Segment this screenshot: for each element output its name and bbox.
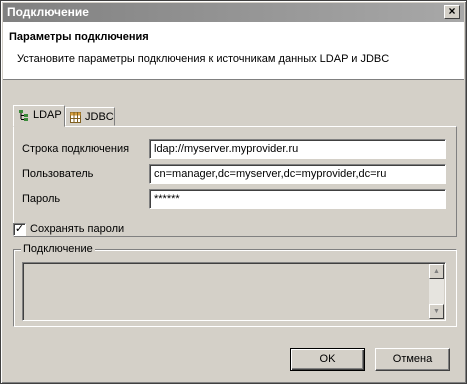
password-label: Пароль <box>22 193 61 205</box>
ok-button[interactable]: OK <box>290 348 365 371</box>
connection-string-field[interactable]: ldap://myserver.myprovider.ru <box>149 139 446 159</box>
save-passwords-label: Сохранять пароли <box>30 223 125 235</box>
user-field[interactable]: cn=manager,dc=myserver,dc=myprovider,dc=… <box>149 164 446 184</box>
check-icon: ✓ <box>14 223 25 235</box>
cancel-button[interactable]: Отмена <box>375 348 450 371</box>
window-title: Подключение <box>7 5 89 19</box>
tab-ldap[interactable]: LDAP <box>13 105 65 127</box>
tab-jdbc-label: JDBC <box>85 111 114 123</box>
close-button[interactable]: × <box>444 5 460 19</box>
arrow-up-icon: ▲ <box>433 268 440 275</box>
scroll-down-button[interactable]: ▼ <box>429 304 444 319</box>
ldap-tab-panel: Строка подключения ldap://myserver.mypro… <box>13 126 457 237</box>
connection-string-label: Строка подключения <box>22 143 130 155</box>
password-field[interactable]: ****** <box>149 189 446 209</box>
title-bar[interactable]: Подключение × <box>3 3 464 22</box>
arrow-down-icon: ▼ <box>433 308 440 315</box>
tab-ldap-label: LDAP <box>33 109 62 121</box>
ldap-tree-icon <box>19 110 28 121</box>
header-description: Установите параметры подключения к источ… <box>17 53 390 65</box>
connection-log-textarea[interactable]: ▲ ▼ <box>22 262 446 321</box>
close-icon: × <box>448 4 456 18</box>
vertical-scrollbar[interactable]: ▲ ▼ <box>429 264 444 319</box>
user-label: Пользователь <box>22 168 94 180</box>
tab-folder: LDAP JDBC Строка подключения ldap://myse… <box>13 105 457 237</box>
connection-group-legend: Подключение <box>21 243 95 255</box>
header-title: Параметры подключения <box>9 31 149 43</box>
connection-group: Подключение ▲ ▼ <box>13 243 457 327</box>
save-passwords-checkbox[interactable]: ✓ <box>13 223 26 236</box>
dialog-window: Подключение × Параметры подключения Уста… <box>0 0 467 384</box>
table-icon <box>70 112 81 123</box>
tab-jdbc[interactable]: JDBC <box>65 107 115 126</box>
scroll-up-button[interactable]: ▲ <box>429 264 444 279</box>
dialog-header: Параметры подключения Установите парамет… <box>3 22 464 80</box>
